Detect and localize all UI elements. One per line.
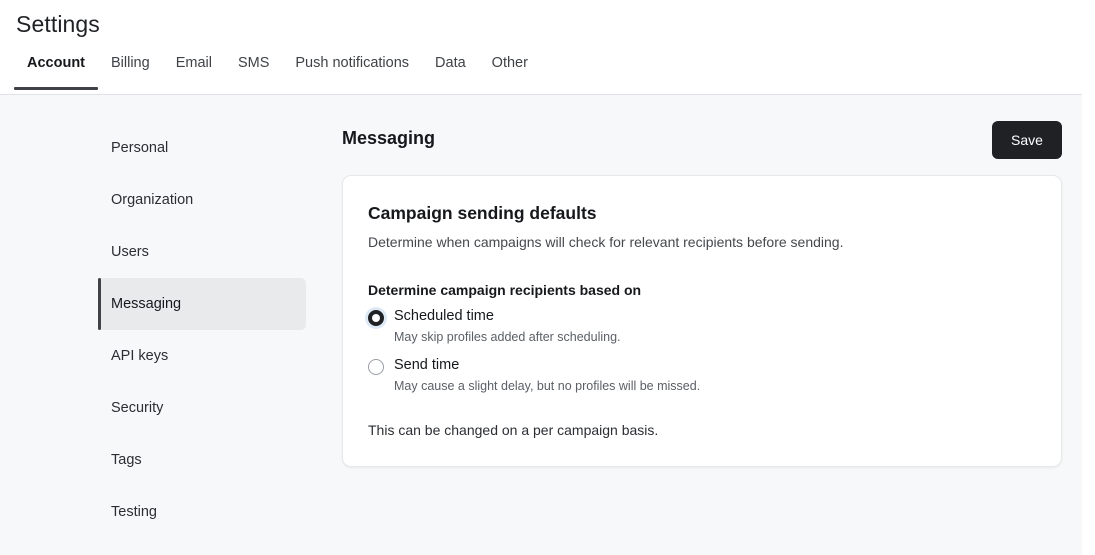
radio-unselected-icon[interactable]	[368, 359, 384, 376]
tab-data[interactable]: Data	[422, 55, 479, 90]
radio-option-text: Send time May cause a slight delay, but …	[394, 356, 700, 394]
tab-email[interactable]: Email	[163, 55, 225, 90]
radio-option-text: Scheduled time May skip profiles added a…	[394, 307, 621, 345]
tab-sms[interactable]: SMS	[225, 55, 282, 90]
sidebar-item-security[interactable]: Security	[98, 382, 306, 434]
settings-tab-bar: Account Billing Email SMS Push notificat…	[14, 55, 541, 90]
content-header: Messaging Save	[342, 95, 1062, 175]
sidebar-item-organization[interactable]: Organization	[98, 174, 306, 226]
radio-option-send-time[interactable]: Send time May cause a slight delay, but …	[368, 356, 1036, 394]
settings-body: Personal Organization Users Messaging AP…	[0, 95, 1095, 555]
sidebar-item-label: Organization	[111, 192, 194, 208]
sidebar-item-testing[interactable]: Testing	[98, 486, 306, 538]
tab-billing[interactable]: Billing	[98, 55, 163, 90]
save-button[interactable]: Save	[992, 121, 1062, 159]
card-description: Determine when campaigns will check for …	[368, 234, 844, 250]
sidebar-item-messaging[interactable]: Messaging	[98, 278, 306, 330]
radio-option-label: Scheduled time	[394, 308, 494, 324]
sidebar-item-tags[interactable]: Tags	[98, 434, 306, 486]
sidebar-item-label: Testing	[111, 504, 157, 520]
card-title: Campaign sending defaults	[368, 203, 597, 223]
tab-push-notifications[interactable]: Push notifications	[282, 55, 422, 90]
sidebar-item-personal[interactable]: Personal	[98, 122, 306, 174]
app-header: Settings Account Billing Email SMS Push …	[0, 0, 1082, 95]
tab-other[interactable]: Other	[479, 55, 541, 90]
card-note: This can be changed on a per campaign ba…	[368, 421, 659, 438]
vertical-scrollbar[interactable]	[1082, 0, 1095, 555]
page-title: Settings	[16, 11, 100, 37]
campaign-sending-defaults-card: Campaign sending defaults Determine when…	[342, 175, 1062, 467]
recipients-radio-group: Scheduled time May skip profiles added a…	[368, 307, 1036, 395]
sidebar-item-label: Messaging	[111, 296, 182, 312]
radio-option-help: May skip profiles added after scheduling…	[394, 329, 621, 344]
sidebar-item-label: Security	[111, 400, 164, 416]
main-content: Messaging Save Campaign sending defaults…	[342, 95, 1062, 467]
sidebar-item-api-keys[interactable]: API keys	[98, 330, 306, 382]
tab-account[interactable]: Account	[14, 55, 98, 90]
radio-option-label: Send time	[394, 357, 460, 374]
section-title: Messaging	[342, 128, 436, 148]
sidebar-item-label: Tags	[111, 452, 142, 468]
sidebar-item-label: API keys	[111, 348, 169, 364]
settings-sidebar: Personal Organization Users Messaging AP…	[98, 122, 306, 538]
radio-option-scheduled-time[interactable]: Scheduled time May skip profiles added a…	[368, 307, 1036, 345]
radio-option-help: May cause a slight delay, but no profile…	[394, 379, 701, 393]
sidebar-item-label: Users	[111, 244, 149, 260]
radio-group-label: Determine campaign recipients based on	[368, 282, 642, 298]
sidebar-item-users[interactable]: Users	[98, 226, 306, 278]
sidebar-item-label: Personal	[111, 140, 169, 156]
radio-selected-icon[interactable]	[368, 310, 384, 326]
